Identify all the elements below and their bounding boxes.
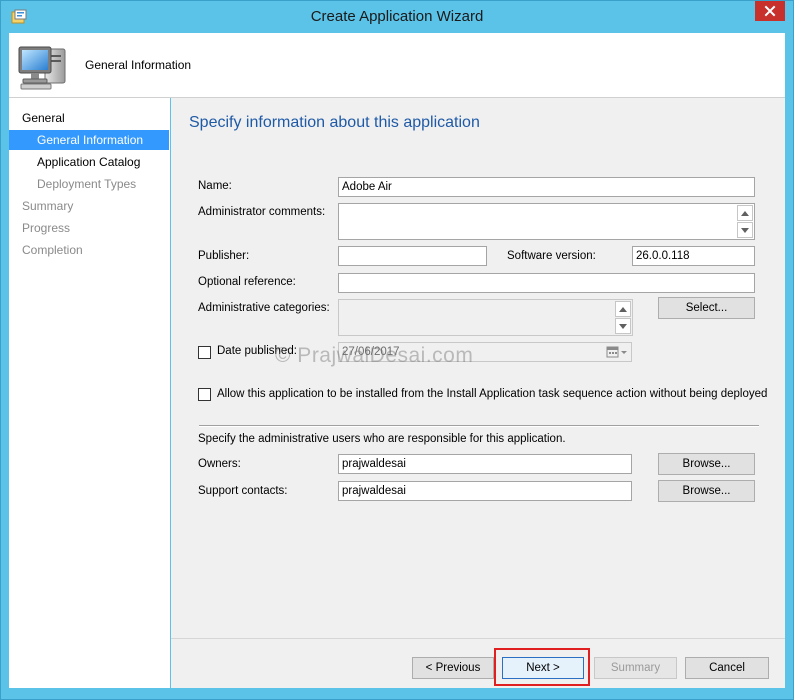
name-input[interactable] (338, 177, 755, 197)
owners-input[interactable] (338, 454, 632, 474)
title-bar[interactable]: Create Application Wizard (1, 1, 793, 33)
nav-item-progress[interactable]: Progress (9, 218, 169, 238)
optional-reference-input[interactable] (338, 273, 755, 293)
wizard-window: Create Application Wizard General Inform… (0, 0, 794, 700)
calendar-icon[interactable] (606, 346, 628, 364)
close-button[interactable] (755, 1, 785, 21)
next-button-highlight (494, 648, 590, 686)
nav-item-general-information[interactable]: General Information (9, 130, 169, 150)
wizard-header: General Information (9, 33, 785, 98)
owners-label: Owners: (198, 458, 241, 470)
footer-divider (171, 638, 785, 639)
computer-icon (17, 43, 69, 91)
date-published-picker[interactable]: 27/06/2017 (338, 342, 632, 362)
admin-categories-list[interactable] (338, 299, 633, 336)
nav-item-application-catalog[interactable]: Application Catalog (9, 152, 169, 172)
nav-item-general[interactable]: General (9, 108, 169, 128)
allow-install-checkbox[interactable] (198, 388, 211, 401)
support-contacts-label: Support contacts: (198, 485, 288, 497)
admin-categories-scrollbar[interactable] (615, 301, 631, 334)
allow-install-label: Allow this application to be installed f… (217, 388, 768, 400)
owners-browse-button[interactable]: Browse... (658, 453, 755, 475)
date-published-label: Date published: (217, 345, 297, 357)
window-title: Create Application Wizard (310, 8, 484, 25)
wizard-nav: General General Information Application … (9, 98, 170, 688)
summary-button[interactable]: Summary (594, 657, 677, 679)
software-version-input[interactable] (632, 246, 755, 266)
nav-item-summary[interactable]: Summary (9, 196, 169, 216)
date-published-value: 27/06/2017 (342, 346, 400, 358)
optional-reference-label: Optional reference: (198, 276, 296, 288)
cancel-button[interactable]: Cancel (685, 657, 769, 679)
software-version-label: Software version: (507, 250, 596, 262)
close-icon (764, 5, 776, 17)
admin-comments-textarea[interactable] (338, 203, 755, 240)
nav-item-deployment-types[interactable]: Deployment Types (9, 174, 169, 194)
admin-categories-label: Administrative categories: (198, 302, 330, 314)
publisher-label: Publisher: (198, 250, 250, 262)
admin-comments-scrollbar[interactable] (737, 205, 753, 238)
scroll-down-icon[interactable] (615, 318, 631, 334)
nav-item-completion[interactable]: Completion (9, 240, 169, 260)
date-published-checkbox[interactable] (198, 346, 211, 359)
support-contacts-browse-button[interactable]: Browse... (658, 480, 755, 502)
scroll-up-icon[interactable] (615, 301, 631, 317)
section-divider (199, 425, 759, 427)
page-title: Specify information about this applicati… (189, 114, 480, 131)
scroll-down-icon[interactable] (737, 222, 753, 238)
previous-button[interactable]: < Previous (412, 657, 494, 679)
support-contacts-input[interactable] (338, 481, 632, 501)
publisher-input[interactable] (338, 246, 487, 266)
name-label: Name: (198, 180, 232, 192)
scroll-up-icon[interactable] (737, 205, 753, 221)
select-categories-button[interactable]: Select... (658, 297, 755, 319)
wizard-content: Specify information about this applicati… (171, 98, 785, 688)
header-title: General Information (85, 58, 192, 72)
admin-comments-label: Administrator comments: (198, 206, 326, 218)
responsible-users-text: Specify the administrative users who are… (198, 433, 566, 445)
